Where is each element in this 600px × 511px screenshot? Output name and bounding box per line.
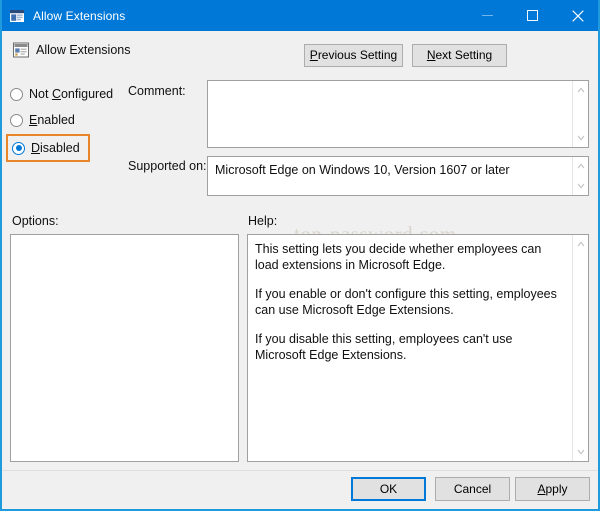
maximize-button[interactable] <box>510 0 555 31</box>
scroll-up-icon[interactable] <box>573 158 589 174</box>
supported-on-textarea[interactable]: Microsoft Edge on Windows 10, Version 16… <box>207 156 589 196</box>
setting-header: Allow Extensions <box>2 31 598 70</box>
cancel-button[interactable]: Cancel <box>435 477 510 501</box>
supported-on-value: Microsoft Edge on Windows 10, Version 16… <box>215 163 510 177</box>
help-paragraph: This setting lets you decide whether emp… <box>255 242 566 273</box>
radio-not-configured[interactable]: Not Configured <box>10 84 113 104</box>
comment-scrollbar[interactable] <box>572 81 588 147</box>
radio-label-not-configured: Not Configured <box>29 87 113 101</box>
help-paragraph: If you disable this setting, employees c… <box>255 332 566 363</box>
apply-button[interactable]: Apply <box>515 477 590 501</box>
close-button[interactable] <box>555 0 600 31</box>
radio-label-enabled: Enabled <box>29 113 75 127</box>
supported-on-scrollbar[interactable] <box>572 157 588 195</box>
ok-button[interactable]: OK <box>351 477 426 501</box>
help-paragraph: If you enable or don't configure this se… <box>255 287 566 318</box>
minimize-button[interactable] <box>465 0 510 31</box>
help-text: This setting lets you decide whether emp… <box>255 242 566 363</box>
radio-label-disabled: Disabled <box>31 141 80 155</box>
scroll-up-icon[interactable] <box>573 236 589 252</box>
help-scrollbar[interactable] <box>572 235 588 461</box>
footer-divider <box>2 470 598 471</box>
options-panel[interactable] <box>10 234 239 462</box>
group-policy-setting-dialog: Allow Extensions Al <box>0 0 600 511</box>
help-panel: This setting lets you decide whether emp… <box>247 234 589 462</box>
radio-disabled[interactable]: Disabled <box>6 134 90 162</box>
comment-label: Comment: <box>128 84 186 98</box>
radio-indicator <box>10 88 23 101</box>
scroll-down-icon[interactable] <box>573 130 589 146</box>
scroll-down-icon[interactable] <box>573 178 589 194</box>
radio-indicator-selected <box>12 142 25 155</box>
scroll-up-icon[interactable] <box>573 82 589 98</box>
radio-enabled[interactable]: Enabled <box>10 110 75 130</box>
comment-textarea[interactable] <box>207 80 589 148</box>
caption-button-group <box>465 0 600 31</box>
previous-setting-button[interactable]: Previous Setting <box>304 44 403 67</box>
window-title: Allow Extensions <box>33 9 125 23</box>
title-bar: Allow Extensions <box>0 0 600 31</box>
supported-on-label: Supported on: <box>128 159 207 173</box>
scroll-down-icon[interactable] <box>573 444 589 460</box>
policy-setting-icon <box>12 41 30 59</box>
radio-indicator <box>10 114 23 127</box>
options-label: Options: <box>12 214 59 228</box>
next-setting-button[interactable]: Next Setting <box>412 44 507 67</box>
help-label: Help: <box>248 214 277 228</box>
setting-name-label: Allow Extensions <box>36 43 131 57</box>
window-icon <box>9 8 25 24</box>
